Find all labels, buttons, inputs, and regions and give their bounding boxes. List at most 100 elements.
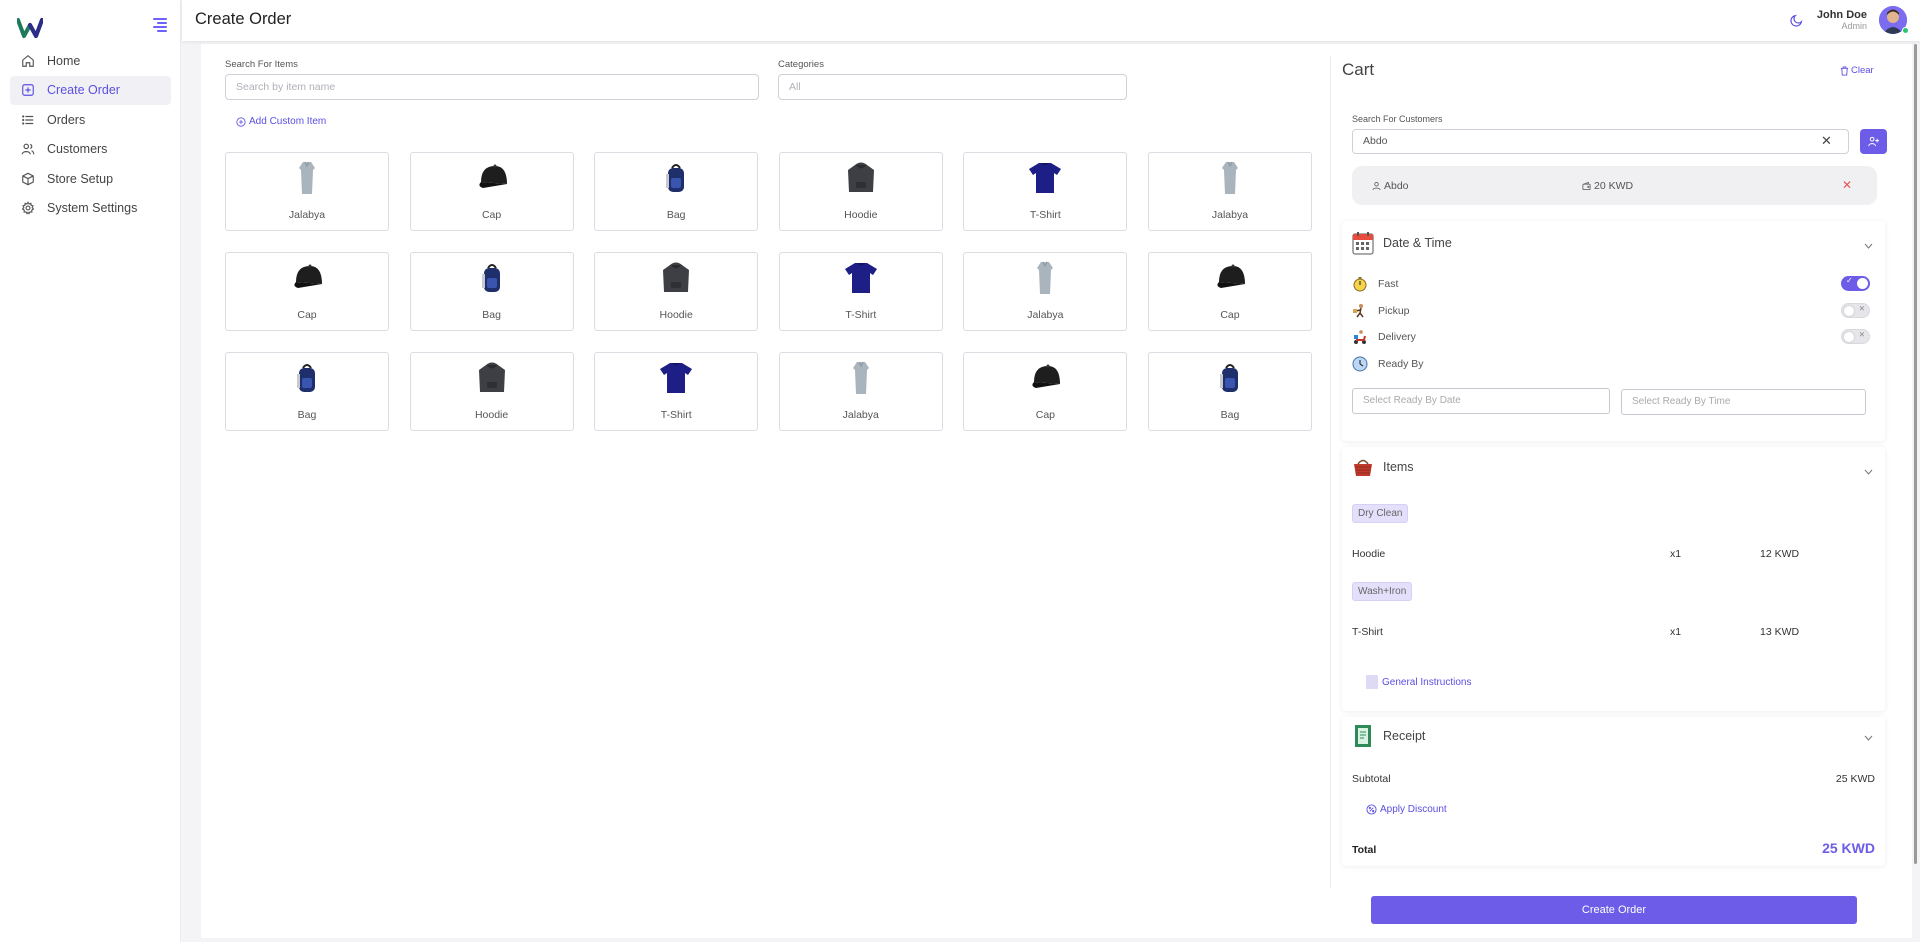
- line-item-price: 12 KWD: [1760, 548, 1800, 560]
- item-name: Cap: [1220, 309, 1240, 321]
- sidebar-item-label: Customers: [47, 142, 108, 157]
- item-card[interactable]: Cap: [409, 152, 574, 231]
- total-value: 25 KWD: [1822, 840, 1875, 856]
- chevron-down-icon[interactable]: [1864, 735, 1873, 741]
- cart-line-item: T-Shirt x1 13 KWD: [1352, 626, 1875, 638]
- item-card[interactable]: Bag: [594, 152, 759, 231]
- sidebar-item-system-settings[interactable]: System Settings: [10, 194, 171, 223]
- hoodie-icon: [847, 162, 874, 192]
- customer-search-input[interactable]: Abdo: [1352, 129, 1849, 154]
- general-instructions-button[interactable]: General Instructions: [1366, 675, 1472, 689]
- selected-customer-balance: 20 KWD: [1582, 180, 1633, 192]
- cart-title: Cart: [1342, 60, 1375, 79]
- add-custom-item-button[interactable]: Add Custom Item: [236, 116, 326, 127]
- tshirt-icon: [844, 263, 877, 293]
- item-card[interactable]: Hoodie: [778, 152, 943, 231]
- jalabya-icon: [1221, 161, 1238, 194]
- categories-label: Categories: [778, 59, 824, 70]
- top-header: Create Order John Doe Admin: [182, 0, 1920, 41]
- item-card[interactable]: T-Shirt: [594, 352, 759, 431]
- item-card[interactable]: Jalabya: [778, 352, 943, 431]
- create-order-button[interactable]: Create Order: [1371, 896, 1857, 924]
- subtotal-value: 25 KWD: [1835, 773, 1875, 785]
- dark-mode-moon-icon[interactable]: [1790, 13, 1804, 27]
- date-time-header[interactable]: Date & Time: [1352, 231, 1452, 255]
- sidebar-item-label: System Settings: [47, 201, 138, 216]
- clear-cart-button[interactable]: Clear: [1840, 65, 1874, 76]
- fast-toggle[interactable]: [1841, 276, 1870, 291]
- subtotal-row: Subtotal 25 KWD: [1352, 773, 1875, 785]
- item-card[interactable]: Bag: [1147, 352, 1312, 431]
- items-header[interactable]: Items: [1352, 455, 1414, 479]
- item-card[interactable]: Hoodie: [409, 352, 574, 431]
- receipt-header[interactable]: Receipt: [1352, 724, 1425, 748]
- cap-icon: [294, 264, 322, 288]
- logo-icon[interactable]: [17, 17, 43, 39]
- bag-icon: [1219, 364, 1238, 392]
- item-card[interactable]: Bag: [409, 252, 574, 331]
- item-name: Jalabya: [288, 209, 326, 221]
- clear-customer-search-icon[interactable]: ✕: [1821, 133, 1832, 149]
- ready-by-option: Ready By: [1352, 356, 1424, 372]
- item-card[interactable]: Cap: [225, 252, 389, 331]
- page-scrollbar[interactable]: [1914, 44, 1917, 864]
- clear-cart-label: Clear: [1851, 65, 1874, 76]
- user-role: Admin: [1841, 21, 1867, 31]
- sidebar-item-create-order[interactable]: Create Order: [10, 75, 171, 105]
- jalabya-icon: [1037, 261, 1054, 294]
- chevron-down-icon[interactable]: [1864, 469, 1873, 475]
- item-card[interactable]: T-Shirt: [778, 252, 943, 331]
- item-name: Bag: [482, 309, 501, 321]
- page-title: Create Order: [195, 10, 292, 28]
- date-time-section: Date & Time Fast Pickup Delivery Ready B…: [1342, 221, 1885, 441]
- items-grid: Jalabya Cap Bag Hoodie T-Shirt Jalabya C…: [225, 152, 1312, 431]
- delivery-label: Delivery: [1378, 331, 1416, 343]
- item-card[interactable]: T-Shirt: [963, 152, 1128, 231]
- item-name: T-Shirt: [660, 409, 692, 421]
- add-customer-button[interactable]: [1860, 129, 1887, 154]
- chevron-down-icon[interactable]: [1864, 243, 1873, 249]
- item-card[interactable]: Cap: [963, 352, 1128, 431]
- menu-toggle-icon[interactable]: [153, 18, 167, 32]
- receipt-icon: [1355, 725, 1371, 747]
- hoodie-icon: [663, 262, 690, 292]
- item-card[interactable]: Jalabya: [963, 252, 1128, 331]
- delivery-option: Delivery: [1352, 329, 1416, 345]
- line-item-name: Hoodie: [1352, 548, 1386, 560]
- sidebar: Home Create Order Orders Customers Store…: [0, 0, 181, 942]
- delivery-toggle[interactable]: [1841, 329, 1870, 344]
- categories-select[interactable]: All: [778, 74, 1127, 100]
- remove-customer-icon[interactable]: ✕: [1842, 178, 1852, 192]
- sidebar-item-customers[interactable]: Customers: [10, 135, 171, 164]
- item-name: T-Shirt: [1029, 209, 1061, 221]
- sidebar-item-store-setup[interactable]: Store Setup: [10, 164, 171, 193]
- line-item-qty[interactable]: x1: [1670, 548, 1681, 560]
- item-card[interactable]: Jalabya: [225, 152, 389, 231]
- date-time-title: Date & Time: [1383, 236, 1452, 250]
- search-items-label: Search For Items: [225, 59, 298, 70]
- item-card[interactable]: Cap: [1147, 252, 1312, 331]
- add-custom-item-label: Add Custom Item: [249, 116, 327, 127]
- bag-icon: [297, 364, 315, 392]
- user-plus-icon: [1868, 136, 1879, 147]
- subtotal-label: Subtotal: [1352, 773, 1391, 785]
- item-card[interactable]: Bag: [225, 352, 389, 431]
- ready-by-date-input[interactable]: Select Ready By Date: [1352, 388, 1610, 414]
- apply-discount-button[interactable]: Apply Discount: [1366, 804, 1447, 815]
- pickup-toggle[interactable]: [1841, 303, 1870, 318]
- ready-by-time-input[interactable]: Select Ready By Time: [1621, 389, 1866, 415]
- sidebar-item-home[interactable]: Home: [10, 46, 171, 75]
- item-card[interactable]: Jalabya: [1147, 152, 1312, 231]
- fast-label: Fast: [1378, 278, 1399, 290]
- panel-divider: [1330, 56, 1331, 888]
- item-name: Bag: [666, 209, 686, 221]
- item-name: Cap: [1035, 409, 1055, 421]
- trash-icon: [1840, 66, 1849, 75]
- sidebar-item-orders[interactable]: Orders: [10, 105, 171, 134]
- item-card[interactable]: Hoodie: [594, 252, 759, 331]
- line-item-qty[interactable]: x1: [1670, 626, 1681, 638]
- service-tag: Dry Clean: [1352, 504, 1409, 523]
- gear-icon: [21, 201, 35, 216]
- search-items-input[interactable]: Search by item name: [225, 74, 759, 100]
- user-name[interactable]: John Doe: [1817, 9, 1867, 21]
